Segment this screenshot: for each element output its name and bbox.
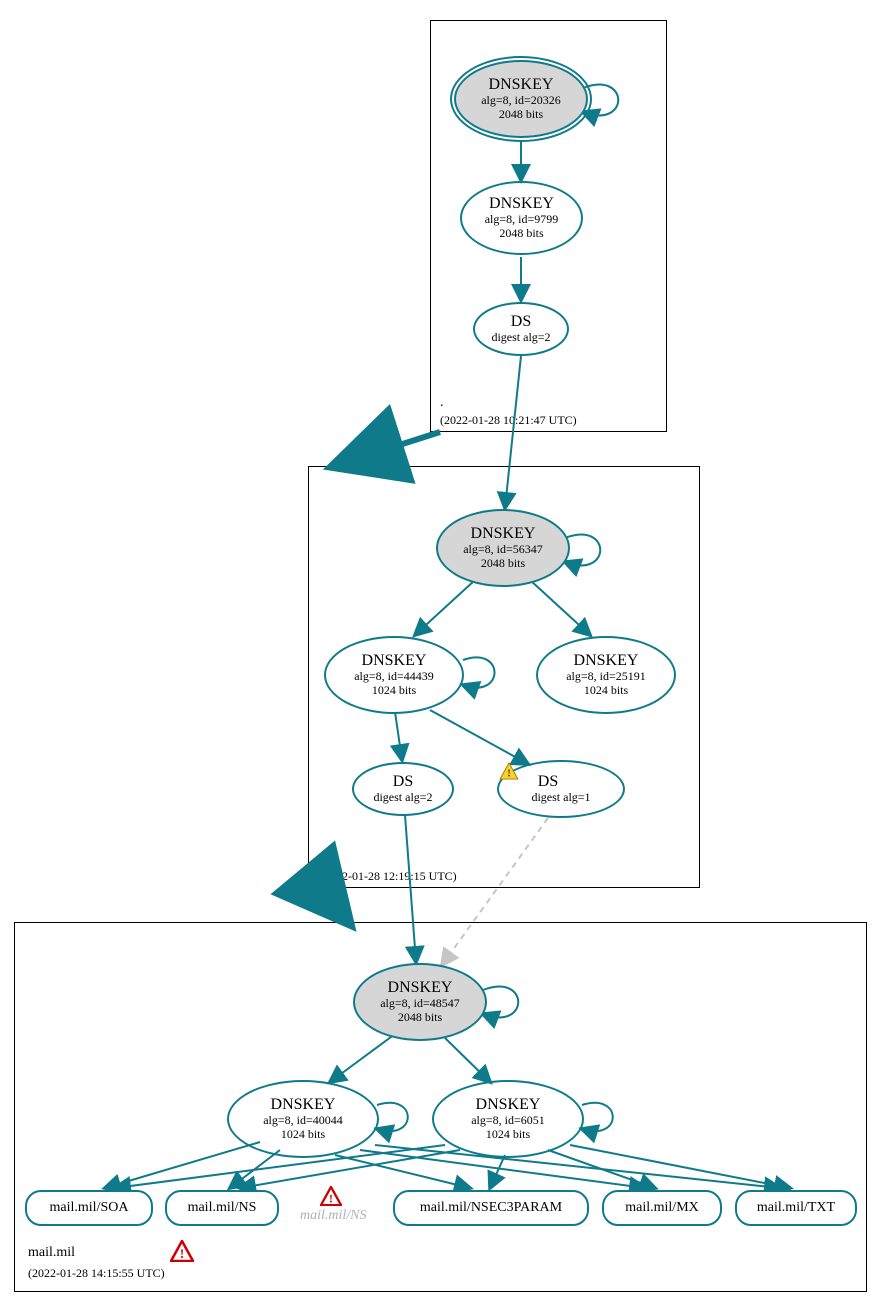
node-title: DS <box>538 773 558 791</box>
node-sub: digest alg=2 <box>491 331 550 345</box>
mil-zsk1-node[interactable]: DNSKEY alg=8, id=44439 1024 bits <box>324 636 464 714</box>
node-alg: alg=8, id=44439 <box>354 670 434 684</box>
rr-ns[interactable]: mail.mil/NS <box>165 1190 279 1226</box>
node-alg: alg=8, id=6051 <box>471 1114 545 1128</box>
rr-label: mail.mil/SOA <box>50 1200 129 1216</box>
svg-text:!: ! <box>329 1191 333 1205</box>
node-title: DNSKEY <box>362 652 427 670</box>
error-icon: ! <box>320 1186 340 1204</box>
mil-ds1-node[interactable]: DS ! digest alg=1 <box>497 760 625 818</box>
node-bits: 2048 bits <box>499 108 543 122</box>
node-title: DNSKEY <box>476 1096 541 1114</box>
node-alg: alg=8, id=40044 <box>263 1114 343 1128</box>
rr-label: mail.mil/TXT <box>757 1200 835 1216</box>
node-title: DS <box>511 313 531 331</box>
node-alg: alg=8, id=20326 <box>481 94 561 108</box>
node-title: DNSKEY <box>388 979 453 997</box>
rr-ns-phantom: mail.mil/NS <box>300 1208 367 1224</box>
node-bits: 2048 bits <box>481 557 525 571</box>
node-sub: digest alg=1 <box>531 791 590 805</box>
node-bits: 1024 bits <box>584 684 628 698</box>
rr-soa[interactable]: mail.mil/SOA <box>25 1190 153 1226</box>
root-ksk-node[interactable]: DNSKEY alg=8, id=20326 2048 bits <box>454 60 588 138</box>
node-title: DNSKEY <box>489 76 554 94</box>
node-title: DNSKEY <box>489 195 554 213</box>
node-bits: 1024 bits <box>281 1128 325 1142</box>
svg-text:!: ! <box>507 767 511 779</box>
node-alg: alg=8, id=9799 <box>485 213 559 227</box>
mailmil-ksk-node[interactable]: DNSKEY alg=8, id=48547 2048 bits <box>353 963 487 1041</box>
node-title: DNSKEY <box>271 1096 336 1114</box>
node-title: DS <box>393 773 413 791</box>
node-alg: alg=8, id=25191 <box>566 670 646 684</box>
node-bits: 1024 bits <box>372 684 416 698</box>
node-sub: digest alg=2 <box>373 791 432 805</box>
node-bits: 1024 bits <box>486 1128 530 1142</box>
mil-zsk2-node[interactable]: DNSKEY alg=8, id=25191 1024 bits <box>536 636 676 714</box>
node-title: DNSKEY <box>574 652 639 670</box>
node-alg: alg=8, id=48547 <box>380 997 460 1011</box>
rr-label: mail.mil/NSEC3PARAM <box>420 1200 562 1216</box>
rr-txt[interactable]: mail.mil/TXT <box>735 1190 857 1226</box>
rr-nsec3param[interactable]: mail.mil/NSEC3PARAM <box>393 1190 589 1226</box>
node-bits: 2048 bits <box>499 227 543 241</box>
node-title: DNSKEY <box>471 525 536 543</box>
mailmil-zsk1-node[interactable]: DNSKEY alg=8, id=40044 1024 bits <box>227 1080 379 1158</box>
rr-label: mail.mil/MX <box>625 1200 699 1216</box>
node-bits: 2048 bits <box>398 1011 442 1025</box>
rr-mx[interactable]: mail.mil/MX <box>602 1190 722 1226</box>
mil-ksk-node[interactable]: DNSKEY alg=8, id=56347 2048 bits <box>436 509 570 587</box>
rr-label: mail.mil/NS <box>188 1200 257 1216</box>
root-ds-node[interactable]: DS digest alg=2 <box>473 302 569 356</box>
root-zsk-node[interactable]: DNSKEY alg=8, id=9799 2048 bits <box>460 181 583 255</box>
warning-icon: ! <box>564 773 584 791</box>
mailmil-zsk2-node[interactable]: DNSKEY alg=8, id=6051 1024 bits <box>432 1080 584 1158</box>
mil-ds2-node[interactable]: DS digest alg=2 <box>352 762 454 816</box>
node-alg: alg=8, id=56347 <box>463 543 543 557</box>
